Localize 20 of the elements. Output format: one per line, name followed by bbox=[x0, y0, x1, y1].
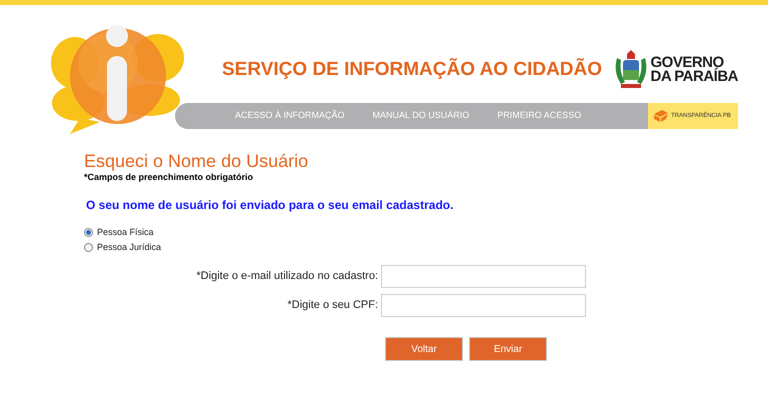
nav-link[interactable]: ACESSO À INFORMAÇÃO bbox=[235, 109, 345, 123]
form-button[interactable]: Enviar bbox=[469, 337, 547, 361]
cube-icon bbox=[654, 110, 668, 122]
nav-link[interactable]: MANUAL DO USUÁRIO bbox=[372, 109, 470, 123]
page-heading: Esqueci o Nome do Usuário bbox=[84, 150, 310, 172]
required-note: *Campos de preenchimento obrigatório bbox=[84, 172, 254, 183]
input-field[interactable] bbox=[381, 294, 586, 317]
radio-button[interactable] bbox=[84, 228, 93, 237]
nav-link[interactable]: PRIMEIRO ACESSO bbox=[497, 109, 582, 123]
crest-icon bbox=[612, 50, 648, 90]
radio-option[interactable]: Pessoa Jurídica bbox=[84, 241, 768, 254]
government-logo-text: DA PARAÍBA bbox=[650, 70, 738, 84]
input-field[interactable] bbox=[381, 265, 586, 288]
radio-option[interactable]: Pessoa Física bbox=[84, 226, 768, 239]
form-button[interactable]: Voltar bbox=[385, 337, 463, 361]
field-label: *Digite o e-mail utilizado no cadastro: bbox=[195, 269, 379, 284]
site-title: SERVIÇO DE INFORMAÇÃO AO CIDADÃO bbox=[222, 57, 602, 82]
field-label: *Digite o seu CPF: bbox=[286, 298, 379, 314]
radio-button[interactable] bbox=[84, 243, 93, 252]
success-message: O seu nome de usuário foi enviado para o seu email cadastrado. bbox=[86, 197, 454, 214]
